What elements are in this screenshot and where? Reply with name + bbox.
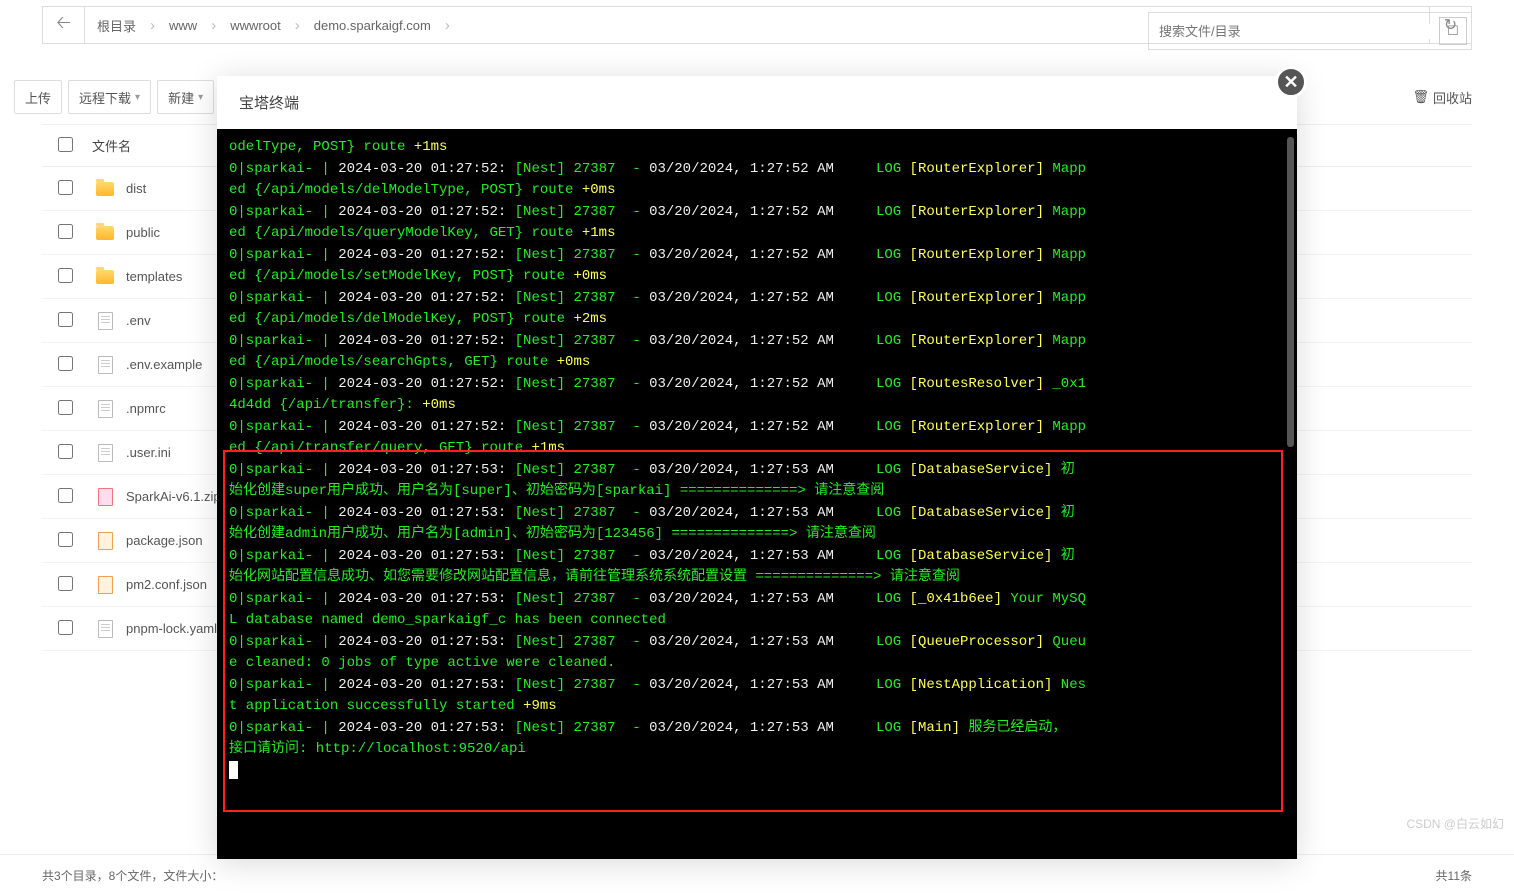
- row-checkbox[interactable]: [58, 224, 73, 239]
- select-all-checkbox[interactable]: [58, 137, 73, 152]
- row-checkbox[interactable]: [58, 356, 73, 371]
- terminal-line: 0|sparkai- | 2024-03-20 01:27:52: [Nest]…: [229, 288, 1285, 310]
- file-icon: [92, 356, 118, 374]
- chevron-right-icon: ›: [211, 17, 216, 34]
- trash-icon: 🗑: [1412, 89, 1429, 105]
- terminal-line: [229, 761, 1285, 783]
- file-name[interactable]: package.json: [126, 533, 203, 548]
- crumb-www[interactable]: www: [169, 18, 197, 33]
- row-checkbox[interactable]: [58, 576, 73, 591]
- footer-summary: 共3个目录，8个文件，文件大小：: [42, 867, 223, 884]
- terminal-line: 0|sparkai- | 2024-03-20 01:27:52: [Nest]…: [229, 245, 1285, 267]
- file-icon: [92, 444, 118, 462]
- crumb-domain[interactable]: demo.sparkaigf.com: [314, 18, 431, 33]
- terminal-line: ed {/api/models/setModelKey, POST} route…: [229, 266, 1285, 288]
- file-name[interactable]: .npmrc: [126, 401, 166, 416]
- terminal[interactable]: odelType, POST} route +1ms0|sparkai- | 2…: [217, 129, 1297, 859]
- chevron-down-icon: ▾: [198, 92, 203, 103]
- file-icon: [92, 576, 118, 594]
- row-checkbox[interactable]: [58, 488, 73, 503]
- terminal-line: 0|sparkai- | 2024-03-20 01:27:52: [Nest]…: [229, 202, 1285, 224]
- file-icon: [92, 532, 118, 550]
- column-name[interactable]: 文件名: [92, 136, 131, 155]
- close-icon: ✕: [1283, 72, 1298, 93]
- file-name[interactable]: SparkAi-v6.1.zip: [126, 489, 221, 504]
- folder-icon: [92, 182, 118, 196]
- crumb-root[interactable]: 根目录: [97, 16, 136, 35]
- terminal-line: 始化创建super用户成功、用户名为[super]、初始密码为[sparkai]…: [229, 481, 1285, 503]
- terminal-line: 接口请访问: http://localhost:9520/api: [229, 739, 1285, 761]
- chevron-right-icon: ›: [295, 17, 300, 34]
- file-name[interactable]: .env.example: [126, 357, 202, 372]
- chevron-down-icon: ▾: [135, 92, 140, 103]
- new-button[interactable]: 新建▾: [157, 80, 214, 114]
- file-name[interactable]: .user.ini: [126, 445, 171, 460]
- file-icon: [92, 488, 118, 506]
- terminal-line: 0|sparkai- | 2024-03-20 01:27:53: [Nest]…: [229, 632, 1285, 654]
- row-checkbox[interactable]: [58, 268, 73, 283]
- breadcrumb: 根目录 › www › wwwroot › demo.sparkaigf.com…: [85, 7, 462, 43]
- folder-icon: [92, 226, 118, 240]
- folder-icon: [92, 270, 118, 284]
- chevron-right-icon: ›: [445, 17, 450, 34]
- terminal-line: t application successfully started +9ms: [229, 696, 1285, 718]
- recycle-bin-button[interactable]: 🗑 回收站: [1412, 88, 1472, 107]
- search-input[interactable]: [1149, 24, 1439, 39]
- cursor: [229, 761, 238, 779]
- crumb-wwwroot[interactable]: wwwroot: [230, 18, 281, 33]
- terminal-line: 始化创建admin用户成功、用户名为[admin]、初始密码为[123456] …: [229, 524, 1285, 546]
- row-checkbox[interactable]: [58, 312, 73, 327]
- terminal-line: 0|sparkai- | 2024-03-20 01:27:53: [Nest]…: [229, 589, 1285, 611]
- terminal-line: 0|sparkai- | 2024-03-20 01:27:53: [Nest]…: [229, 503, 1285, 525]
- terminal-line: ed {/api/models/searchGpts, GET} route +…: [229, 352, 1285, 374]
- modal-title: 宝塔终端: [217, 76, 1297, 129]
- terminal-line: L database named demo_sparkaigf_c has be…: [229, 610, 1285, 632]
- chevron-right-icon: ›: [150, 17, 155, 34]
- footer-count: 共11条: [1436, 867, 1472, 884]
- terminal-modal: ✕ 宝塔终端 odelType, POST} route +1ms0|spark…: [217, 76, 1297, 859]
- terminal-line: e cleaned: 0 jobs of type active were cl…: [229, 653, 1285, 675]
- terminal-line: 0|sparkai- | 2024-03-20 01:27:52: [Nest]…: [229, 331, 1285, 353]
- terminal-line: ed {/api/transfer/query, GET} route +1ms: [229, 438, 1285, 460]
- watermark: CSDN @白云如幻: [1406, 815, 1504, 832]
- terminal-line: ed {/api/models/delModelKey, POST} route…: [229, 309, 1285, 331]
- status-bar: 共3个目录，8个文件，文件大小： 共11条: [0, 854, 1514, 896]
- file-icon: [92, 620, 118, 638]
- terminal-line: 0|sparkai- | 2024-03-20 01:27:53: [Nest]…: [229, 546, 1285, 568]
- search-box: ☐: [1148, 12, 1472, 50]
- back-button[interactable]: 🡠: [43, 7, 85, 43]
- row-checkbox[interactable]: [58, 620, 73, 635]
- terminal-line: 0|sparkai- | 2024-03-20 01:27:52: [Nest]…: [229, 374, 1285, 396]
- terminal-line: 4d4dd {/api/transfer}: +0ms: [229, 395, 1285, 417]
- row-checkbox[interactable]: [58, 400, 73, 415]
- terminal-line: 0|sparkai- | 2024-03-20 01:27:52: [Nest]…: [229, 417, 1285, 439]
- terminal-line: 始化网站配置信息成功、如您需要修改网站配置信息，请前往管理系统系统配置设置 ==…: [229, 567, 1285, 589]
- search-button[interactable]: ☐: [1439, 17, 1467, 45]
- file-name[interactable]: pm2.conf.json: [126, 577, 207, 592]
- file-name[interactable]: pnpm-lock.yaml: [126, 621, 217, 636]
- terminal-line: 0|sparkai- | 2024-03-20 01:27:53: [Nest]…: [229, 675, 1285, 697]
- terminal-line: 0|sparkai- | 2024-03-20 01:27:52: [Nest]…: [229, 159, 1285, 181]
- scrollbar[interactable]: [1287, 137, 1294, 447]
- row-checkbox[interactable]: [58, 180, 73, 195]
- terminal-line: ed {/api/models/delModelType, POST} rout…: [229, 180, 1285, 202]
- file-name[interactable]: public: [126, 225, 160, 240]
- row-checkbox[interactable]: [58, 444, 73, 459]
- file-icon: [92, 312, 118, 330]
- file-name[interactable]: templates: [126, 269, 182, 284]
- remote-download-button[interactable]: 远程下载▾: [68, 80, 151, 114]
- terminal-line: ed {/api/models/queryModelKey, GET} rout…: [229, 223, 1285, 245]
- terminal-line: odelType, POST} route +1ms: [229, 137, 1285, 159]
- terminal-line: 0|sparkai- | 2024-03-20 01:27:53: [Nest]…: [229, 718, 1285, 740]
- file-name[interactable]: .env: [126, 313, 151, 328]
- close-button[interactable]: ✕: [1275, 66, 1307, 98]
- row-checkbox[interactable]: [58, 532, 73, 547]
- file-name[interactable]: dist: [126, 181, 146, 196]
- terminal-line: 0|sparkai- | 2024-03-20 01:27:53: [Nest]…: [229, 460, 1285, 482]
- file-icon: [92, 400, 118, 418]
- upload-button[interactable]: 上传: [14, 80, 62, 114]
